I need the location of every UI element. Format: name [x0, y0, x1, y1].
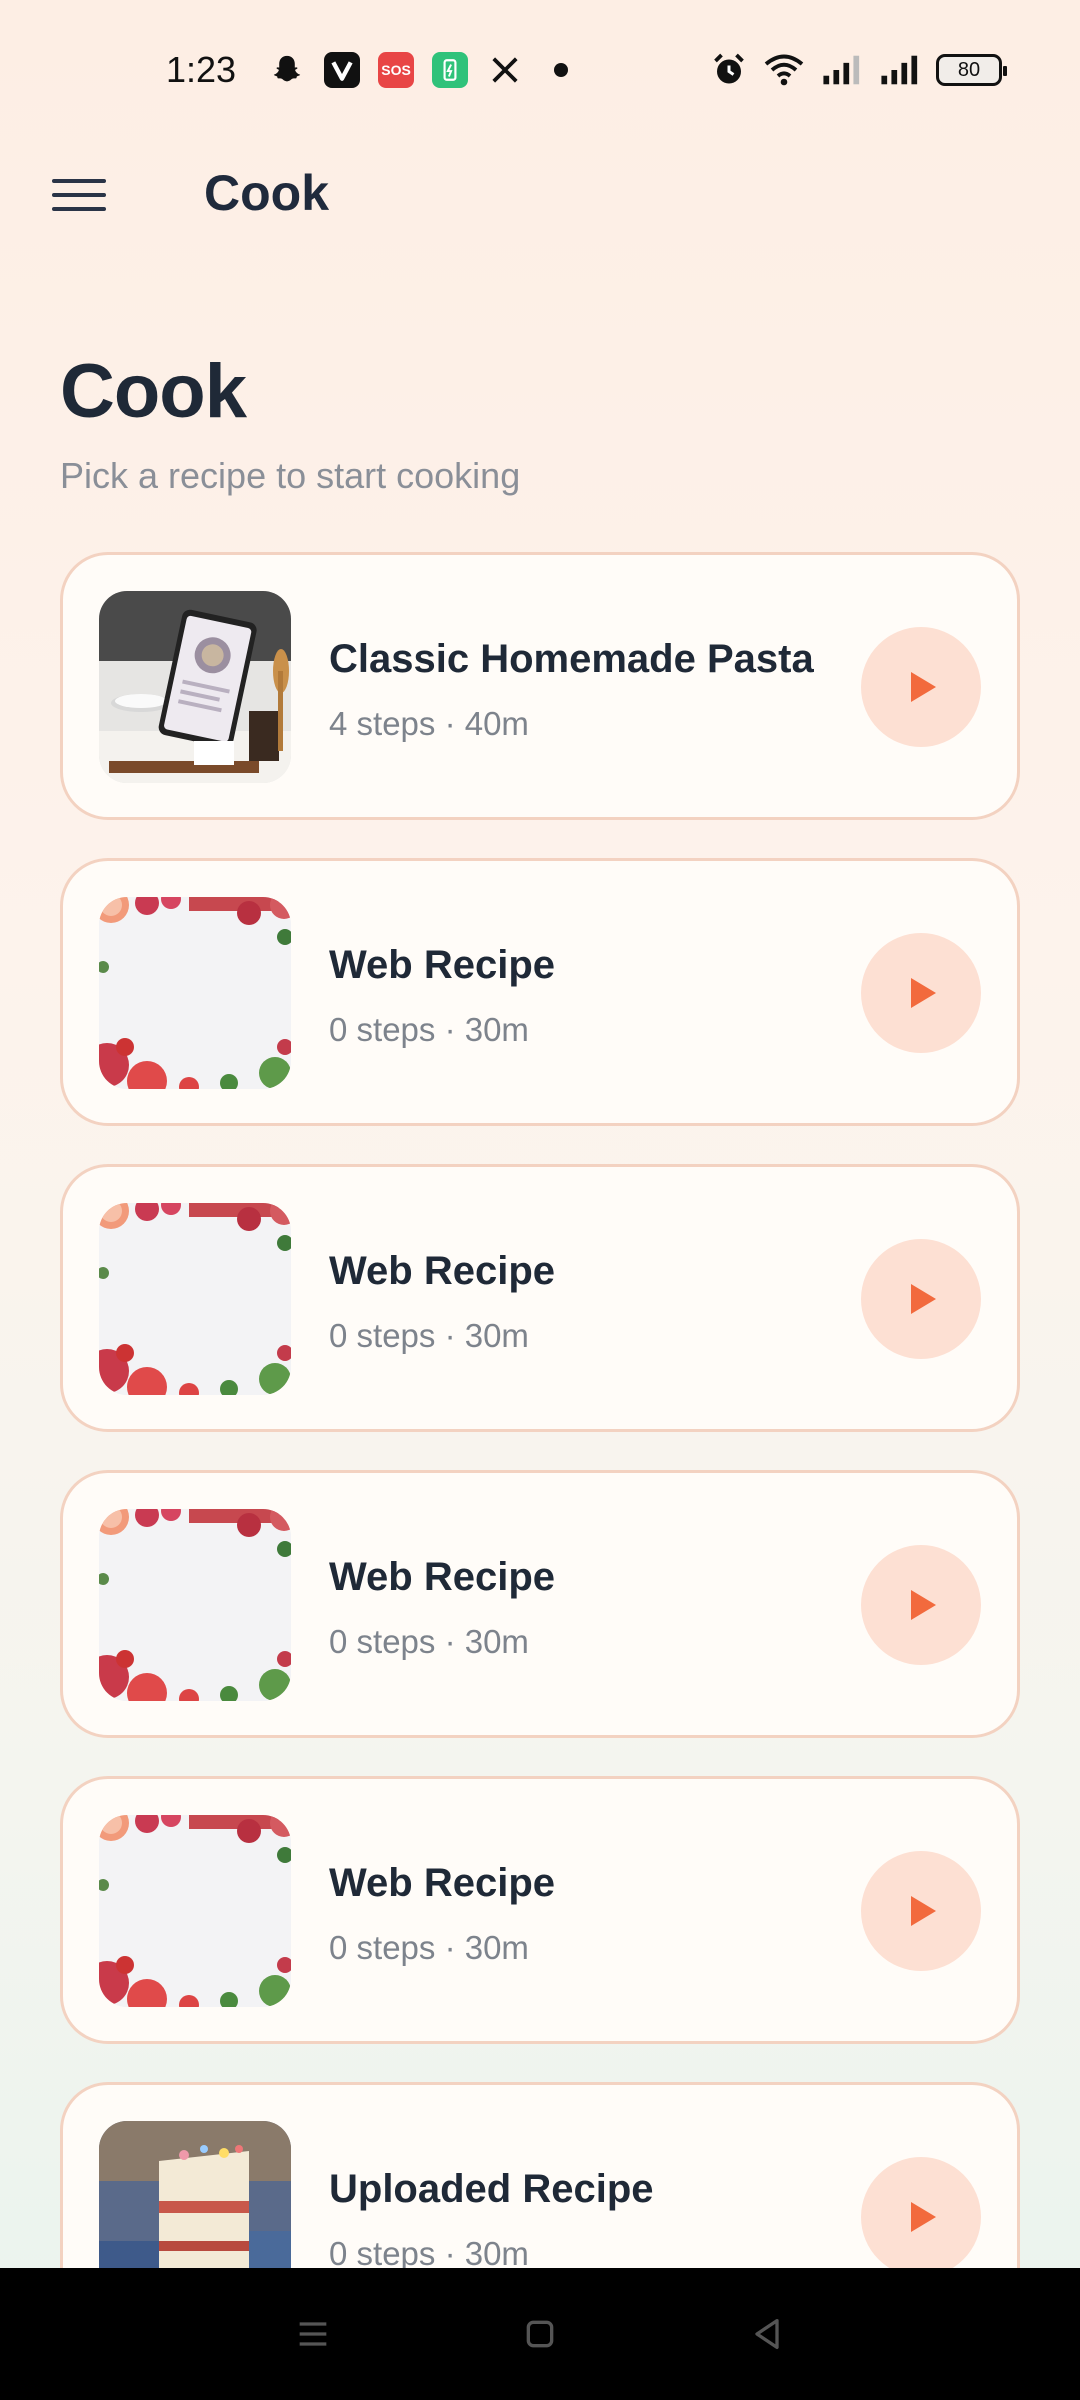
play-button[interactable] [861, 1239, 981, 1359]
play-icon [911, 1896, 936, 1926]
recipe-card[interactable]: Web Recipe 0 steps · 30m [60, 1470, 1020, 1738]
play-button[interactable] [861, 1545, 981, 1665]
app-bar: Cook [0, 140, 1080, 250]
play-button[interactable] [861, 1851, 981, 1971]
recipe-thumbnail [99, 1203, 291, 1395]
recipe-meta: 0 steps · 30m [329, 1623, 529, 1660]
play-icon [911, 978, 936, 1008]
play-icon [911, 1284, 936, 1314]
recipe-card[interactable]: Uploaded Recipe 0 steps · 30m [60, 2082, 1020, 2268]
app-bar-title: Cook [204, 165, 329, 221]
recipe-meta: 0 steps · 30m [329, 1317, 529, 1354]
back-icon[interactable] [737, 2304, 797, 2364]
v-app-icon [324, 52, 361, 88]
battery-saver-icon [432, 52, 469, 88]
recipe-name: Web Recipe [329, 1861, 555, 1905]
dot-icon [542, 51, 580, 89]
play-button[interactable] [861, 627, 981, 747]
recipe-meta: 0 steps · 30m [329, 1011, 529, 1048]
recipe-name: Web Recipe [329, 1555, 555, 1599]
recipe-thumbnail [99, 591, 291, 783]
recipe-card[interactable]: Classic Homemade Pasta 4 steps · 40m [60, 552, 1020, 820]
recipe-name: Uploaded Recipe [329, 2167, 654, 2211]
play-icon [911, 672, 936, 702]
recipe-meta: 4 steps · 40m [329, 705, 529, 742]
recipe-list[interactable]: Classic Homemade Pasta 4 steps · 40m Web… [60, 552, 1020, 2268]
recipe-thumbnail [99, 897, 291, 1089]
page-title: Cook [60, 349, 247, 434]
snapchat-icon [268, 51, 306, 89]
alarm-icon [710, 51, 748, 89]
page-subtitle: Pick a recipe to start cooking [60, 455, 521, 496]
recipe-thumbnail [99, 2121, 291, 2268]
recipe-card[interactable]: Web Recipe 0 steps · 30m [60, 1776, 1020, 2044]
status-left: 1:23 SOS [166, 49, 580, 91]
status-time: 1:23 [166, 49, 237, 90]
signal-icon [878, 51, 922, 89]
play-button[interactable] [861, 933, 981, 1053]
wifi-icon [762, 51, 806, 89]
play-icon [911, 2202, 936, 2232]
status-right: 80 [710, 51, 1007, 89]
x-icon [486, 51, 524, 89]
signal-icon [820, 51, 864, 89]
play-button[interactable] [861, 2157, 981, 2268]
recents-icon[interactable] [283, 2304, 343, 2364]
battery-indicator: 80 [936, 54, 1007, 86]
play-icon [911, 1590, 936, 1620]
system-nav-bar [0, 2268, 1080, 2400]
recipe-meta: 0 steps · 30m [329, 2235, 529, 2268]
recipe-card[interactable]: Web Recipe 0 steps · 30m [60, 1164, 1020, 1432]
recipe-meta: 0 steps · 30m [329, 1929, 529, 1966]
hamburger-icon[interactable] [44, 160, 114, 230]
status-bar: 1:23 SOS 80 [0, 0, 1080, 140]
recipe-name: Web Recipe [329, 1249, 555, 1293]
recipe-name: Web Recipe [329, 943, 555, 987]
recipe-name: Classic Homemade Pasta [329, 637, 814, 681]
sos-icon: SOS [378, 52, 415, 88]
recipe-thumbnail [99, 1815, 291, 2007]
recipe-card[interactable]: Web Recipe 0 steps · 30m [60, 858, 1020, 1126]
home-icon[interactable] [510, 2304, 570, 2364]
recipe-thumbnail [99, 1509, 291, 1701]
